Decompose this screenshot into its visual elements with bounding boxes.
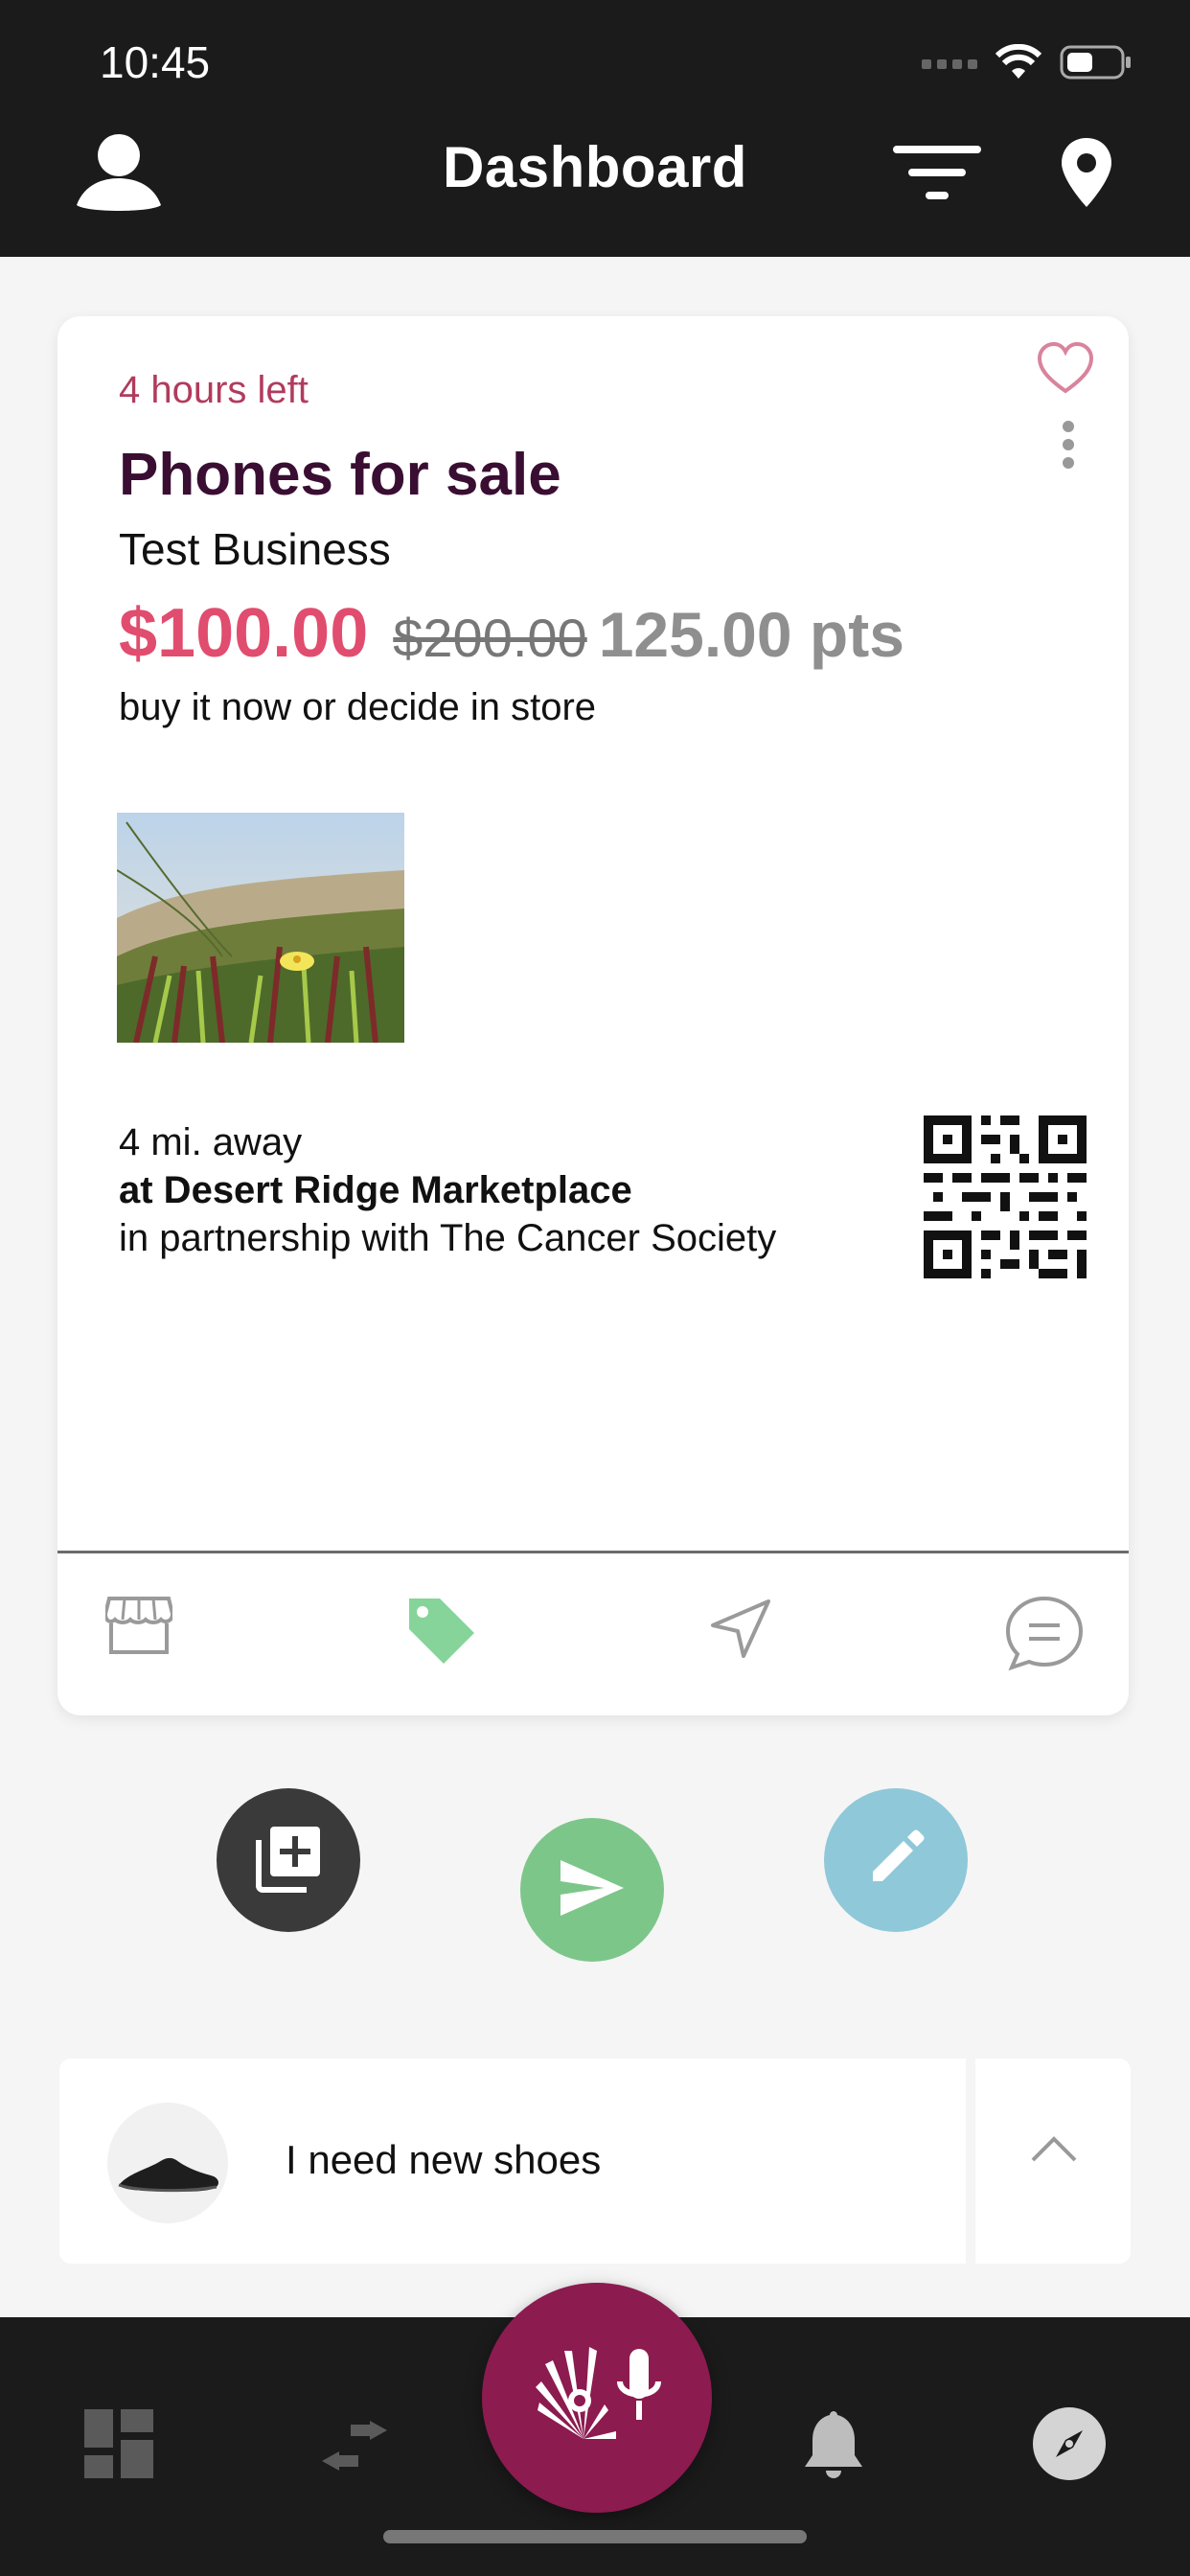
price-row: $100.00 $200.00 125.00 pts — [119, 594, 904, 673]
chat-icon[interactable] — [1004, 1595, 1085, 1676]
wifi-icon — [995, 43, 1042, 85]
time-left: 4 hours left — [119, 369, 309, 411]
voice-button[interactable] — [482, 2283, 712, 2513]
offer-photo[interactable] — [117, 813, 404, 1043]
offer-title: Phones for sale — [119, 442, 561, 508]
microphone-icon — [530, 2343, 664, 2453]
strip-divider — [966, 2058, 975, 2264]
dashboard-icon[interactable] — [84, 2409, 153, 2483]
heart-icon[interactable] — [1037, 341, 1094, 400]
status-time: 10:45 — [100, 37, 211, 87]
send-button[interactable] — [520, 1818, 664, 1962]
business-name: Test Business — [119, 524, 391, 574]
card-action-bar — [57, 1558, 1129, 1702]
bell-icon[interactable] — [803, 2409, 864, 2487]
store-icon[interactable] — [103, 1595, 175, 1661]
app-header: 10:45 Dashboard — [0, 0, 1190, 257]
price-points: 125.00 pts — [598, 599, 904, 670]
price-original: $200.00 — [393, 608, 587, 668]
page-title: Dashboard — [443, 135, 747, 199]
signal-icon — [922, 56, 977, 74]
chevron-up-icon[interactable] — [1029, 2135, 1079, 2169]
status-icons — [922, 43, 1133, 85]
home-indicator — [383, 2530, 807, 2543]
edit-pencil-icon — [865, 1828, 927, 1894]
exchange-icon[interactable] — [316, 2421, 393, 2475]
send-arrow-icon[interactable] — [709, 1598, 772, 1665]
send-icon — [559, 1858, 626, 1922]
shoe-avatar — [107, 2103, 228, 2223]
add-to-collection-icon — [253, 1823, 324, 1898]
battery-icon — [1060, 45, 1133, 84]
edit-button[interactable] — [824, 1788, 968, 1932]
tag-icon[interactable] — [405, 1595, 478, 1672]
add-to-collection-button[interactable] — [217, 1788, 360, 1932]
request-text: I need new shoes — [286, 2137, 602, 2182]
location-pin-icon[interactable] — [1060, 136, 1113, 214]
request-preview[interactable]: I need new shoes — [59, 2058, 1131, 2264]
qr-code[interactable] — [924, 1116, 1087, 1283]
price-now: $100.00 — [119, 595, 369, 672]
location-name: at Desert Ridge Marketplace — [119, 1169, 632, 1211]
offer-card[interactable]: 4 hours left Phones for sale Test Busine… — [57, 316, 1129, 1715]
card-divider — [57, 1551, 1129, 1553]
more-options-icon[interactable] — [1062, 420, 1075, 474]
partner-text: in partnership with The Cancer Society — [119, 1217, 777, 1259]
filter-icon[interactable] — [893, 144, 981, 210]
offer-subtitle: buy it now or decide in store — [119, 686, 597, 728]
compass-icon[interactable] — [1031, 2405, 1108, 2487]
distance: 4 mi. away — [119, 1121, 303, 1163]
